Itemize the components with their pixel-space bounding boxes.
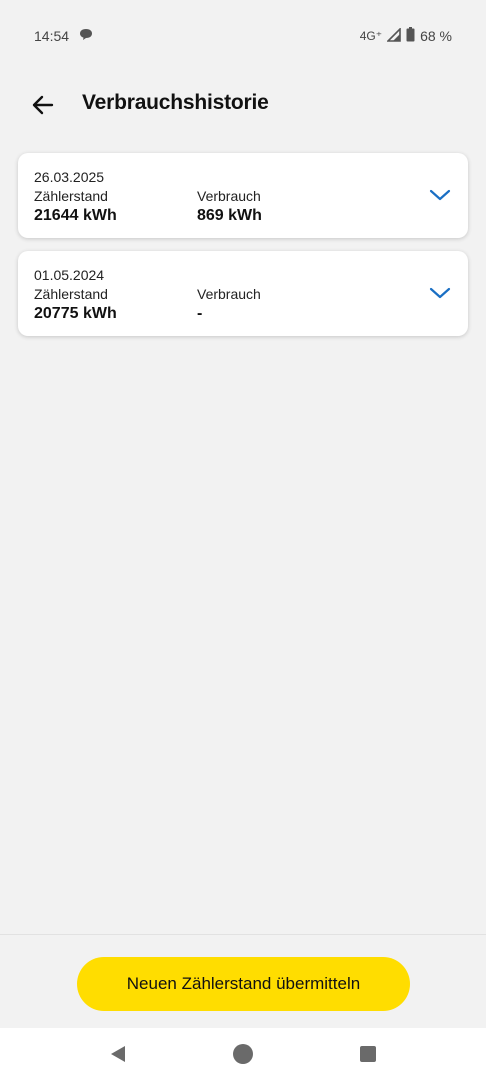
meter-column: Zählerstand 21644 kWh xyxy=(34,187,117,226)
meter-label: Zählerstand xyxy=(34,286,108,302)
chevron-down-icon[interactable] xyxy=(429,286,451,300)
bottom-action-area: Neuen Zählerstand übermitteln xyxy=(0,934,486,1028)
battery-level: 68 % xyxy=(420,28,452,44)
submit-meter-reading-button[interactable]: Neuen Zählerstand übermitteln xyxy=(77,957,410,1011)
screen: 14:54 4G⁺ 68 % Verbrauchshistorie 26.03.… xyxy=(0,0,486,1080)
network-type: 4G⁺ xyxy=(359,29,383,43)
usage-value: 869 kWh xyxy=(197,207,262,224)
signal-icon xyxy=(386,26,401,45)
meter-value: 20775 kWh xyxy=(34,305,117,322)
usage-column: Verbrauch - xyxy=(197,285,261,324)
meter-column: Zählerstand 20775 kWh xyxy=(34,285,117,324)
speech-bubble-icon xyxy=(79,28,93,44)
status-right: 4G⁺ 68 % xyxy=(359,26,452,45)
status-left: 14:54 xyxy=(34,28,93,44)
usage-value: - xyxy=(197,305,203,322)
chevron-down-icon[interactable] xyxy=(429,188,451,202)
meter-value: 21644 kWh xyxy=(34,207,117,224)
nav-home-icon[interactable] xyxy=(233,1044,253,1064)
usage-label: Verbrauch xyxy=(197,188,261,204)
system-nav-bar xyxy=(0,1028,486,1080)
meter-label: Zählerstand xyxy=(34,188,108,204)
app-header: Verbrauchshistorie xyxy=(0,82,486,128)
back-arrow-icon[interactable] xyxy=(30,92,56,118)
entry-date: 01.05.2024 xyxy=(34,267,105,283)
usage-column: Verbrauch 869 kWh xyxy=(197,187,262,226)
usage-label: Verbrauch xyxy=(197,286,261,302)
entry-date: 26.03.2025 xyxy=(34,169,105,185)
history-card[interactable]: 26.03.2025 Zählerstand 21644 kWh Verbrau… xyxy=(18,153,468,238)
status-time: 14:54 xyxy=(34,28,70,44)
nav-back-icon[interactable] xyxy=(108,1044,128,1064)
page-title: Verbrauchshistorie xyxy=(82,91,269,114)
battery-icon xyxy=(406,27,415,45)
status-bar: 14:54 4G⁺ 68 % xyxy=(0,0,486,72)
nav-recents-icon[interactable] xyxy=(360,1046,376,1062)
history-card[interactable]: 01.05.2024 Zählerstand 20775 kWh Verbrau… xyxy=(18,251,468,336)
